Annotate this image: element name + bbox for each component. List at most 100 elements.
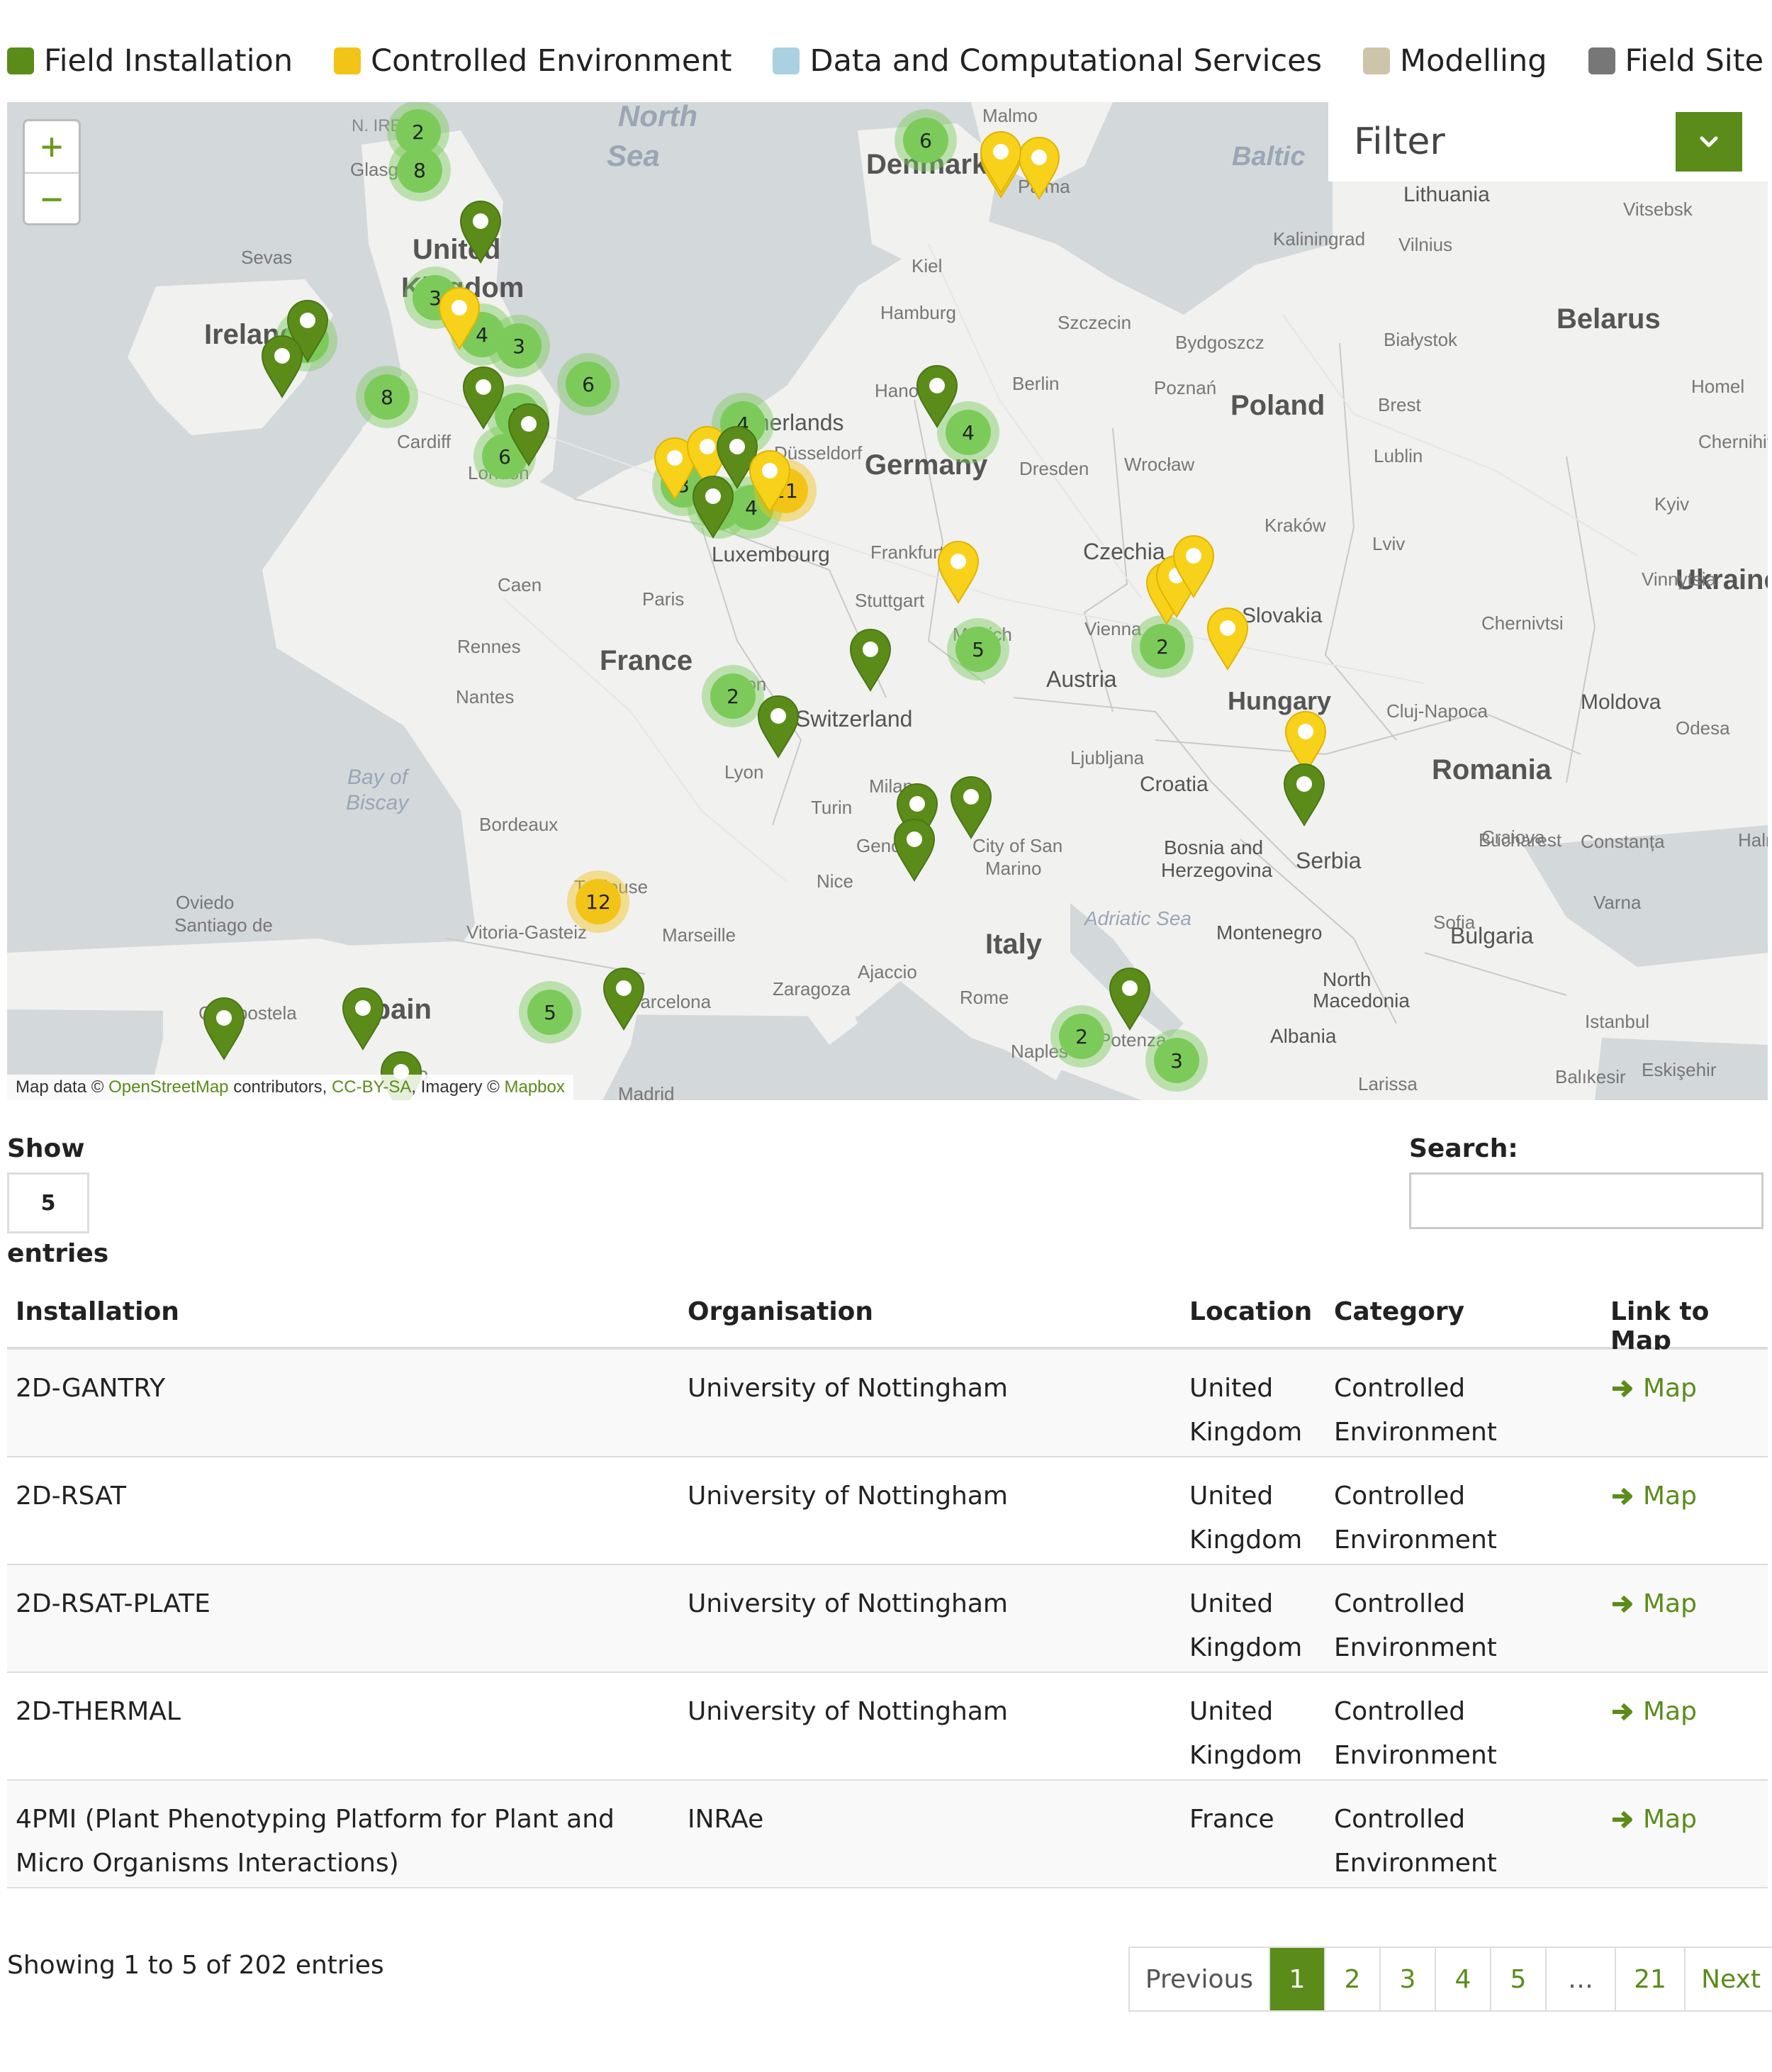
field-installation-marker[interactable]	[757, 695, 800, 758]
legend-item-field-site[interactable]: Field Site	[1588, 43, 1763, 79]
map-link-label: Map	[1643, 1805, 1697, 1834]
legend-item-modelling[interactable]: Modelling	[1363, 43, 1547, 79]
zoom-out-button[interactable]: −	[25, 174, 79, 225]
cluster-count: 3	[512, 335, 525, 358]
search-input[interactable]	[1409, 1172, 1763, 1229]
table-info: Showing 1 to 5 of 202 entries	[7, 1951, 384, 1980]
marker-cluster[interactable]: 2	[1131, 615, 1194, 678]
cell-installation: 2D-GANTRY	[16, 1374, 166, 1403]
mapbox-link[interactable]: Mapbox	[504, 1077, 564, 1097]
search-label: Search:	[1409, 1134, 1518, 1163]
field-installation-marker[interactable]	[893, 819, 936, 882]
cluster-count: 8	[413, 159, 426, 182]
legend-label: Field Site	[1625, 43, 1764, 79]
cell-location: United Kingdom	[1189, 1482, 1303, 1555]
cluster-count: 6	[498, 445, 511, 469]
field-installation-marker[interactable]	[1283, 763, 1325, 827]
pagination-page-21[interactable]: 21	[1616, 1948, 1686, 2010]
arrow-right-icon	[1613, 1810, 1632, 1829]
map-marks: 28234383663344214652212523	[203, 102, 1327, 1100]
zoom-control: + −	[23, 119, 81, 225]
column-header-installation[interactable]: Installation	[16, 1297, 179, 1326]
legend-swatch-icon	[1588, 47, 1615, 74]
map-link[interactable]: Map	[1610, 1690, 1697, 1734]
pagination: Previous 1 2 3 4 5 … 21 Next	[1128, 1947, 1772, 2012]
column-header-organisation[interactable]: Organisation	[688, 1297, 873, 1326]
attribution-prefix: Map data ©	[16, 1077, 109, 1097]
field-installation-marker[interactable]	[203, 997, 245, 1060]
field-installation-marker[interactable]	[342, 987, 384, 1051]
marker-cluster[interactable]: 2	[702, 665, 764, 727]
field-installation-marker[interactable]	[261, 335, 303, 398]
table-row: 2D-GANTRY University of Nottingham Unite…	[7, 1350, 1768, 1457]
marker-cluster[interactable]: 5	[947, 618, 1009, 681]
arrow-right-icon	[1613, 1703, 1632, 1721]
field-installation-marker[interactable]	[950, 776, 992, 839]
legend-label: Modelling	[1400, 43, 1547, 79]
cell-category: Controlled Environment	[1334, 1697, 1497, 1770]
marker-cluster[interactable]: 12	[567, 870, 629, 933]
pagination-page-4[interactable]: 4	[1436, 1948, 1491, 2010]
column-header-link-to-map[interactable]: Link to Map	[1610, 1297, 1768, 1355]
cluster-count: 2	[1075, 1025, 1088, 1048]
arrow-right-icon	[1613, 1487, 1632, 1506]
show-label: Show	[7, 1134, 85, 1163]
controlled-environment-marker[interactable]	[1018, 137, 1060, 200]
cell-location: United Kingdom	[1189, 1374, 1303, 1447]
license-link[interactable]: CC-BY-SA	[332, 1077, 411, 1097]
pagination-page-3[interactable]: 3	[1381, 1948, 1436, 2010]
marker-cluster[interactable]: 3	[488, 315, 550, 377]
legend-swatch-icon	[1363, 47, 1390, 74]
filter-label: Filter	[1354, 121, 1445, 163]
pagination-page-1[interactable]: 1	[1270, 1948, 1325, 2010]
cluster-count: 2	[1156, 635, 1169, 659]
cluster-count: 4	[962, 421, 975, 444]
field-installation-marker[interactable]	[849, 629, 892, 692]
table-row: 4PMI (Plant Phenotyping Platform for Pla…	[7, 1781, 1768, 1888]
entries-select[interactable]: 5	[7, 1172, 89, 1233]
filter-dropdown[interactable]: Filter	[1328, 102, 1768, 181]
pagination-next[interactable]: Next	[1686, 1948, 1772, 2010]
marker-cluster[interactable]: 8	[356, 366, 418, 428]
pagination-previous[interactable]: Previous	[1130, 1948, 1270, 2010]
controlled-environment-marker[interactable]	[937, 541, 980, 604]
cluster-count: 5	[972, 638, 985, 661]
openstreetmap-link[interactable]: OpenStreetMap	[108, 1077, 228, 1097]
marker-cluster[interactable]: 3	[1145, 1029, 1208, 1092]
marker-cluster[interactable]: 6	[557, 353, 619, 415]
controlled-environment-marker[interactable]	[980, 131, 1022, 194]
marker-cluster[interactable]: 8	[388, 139, 451, 201]
cell-installation: 2D-THERMAL	[16, 1697, 181, 1726]
legend-label: Controlled Environment	[371, 43, 732, 79]
filter-toggle-button[interactable]	[1676, 112, 1742, 172]
legend-item-data-computational[interactable]: Data and Computational Services	[773, 43, 1322, 79]
cell-location: United Kingdom	[1189, 1697, 1303, 1770]
controlled-environment-marker[interactable]	[1206, 607, 1249, 671]
column-header-category[interactable]: Category	[1334, 1297, 1464, 1326]
legend-item-field-installation[interactable]: Field Installation	[7, 43, 293, 79]
map-link-label: Map	[1643, 1482, 1697, 1511]
column-header-location[interactable]: Location	[1189, 1297, 1312, 1326]
field-installation-marker[interactable]	[602, 968, 645, 1031]
pagination-page-2[interactable]: 2	[1325, 1948, 1381, 2010]
map-link[interactable]: Map	[1610, 1367, 1697, 1411]
zoom-in-button[interactable]: +	[25, 121, 79, 174]
legend-item-controlled-environment[interactable]: Controlled Environment	[334, 43, 731, 79]
map-view[interactable]: North Sea Bay of Biscay Adriatic Sea Baltic Un…	[7, 102, 1768, 1100]
legend-swatch-icon	[773, 47, 800, 74]
marker-cluster[interactable]: 2	[1050, 1005, 1113, 1068]
legend-swatch-icon	[334, 47, 361, 74]
field-installation-marker[interactable]	[459, 201, 502, 264]
map-link-label: Map	[1643, 1374, 1697, 1403]
map-link[interactable]: Map	[1610, 1798, 1697, 1842]
field-installation-marker[interactable]	[1109, 968, 1151, 1031]
cell-organisation: INRAe	[688, 1805, 764, 1834]
marker-cluster[interactable]: 5	[519, 981, 581, 1043]
map-link[interactable]: Map	[1610, 1582, 1697, 1626]
cell-location: United Kingdom	[1189, 1589, 1303, 1662]
cell-installation: 2D-RSAT-PLATE	[16, 1589, 211, 1618]
marker-cluster[interactable]: 6	[895, 109, 957, 172]
pagination-page-5[interactable]: 5	[1491, 1948, 1547, 2010]
cluster-count: 6	[919, 129, 932, 152]
map-link[interactable]: Map	[1610, 1474, 1697, 1518]
